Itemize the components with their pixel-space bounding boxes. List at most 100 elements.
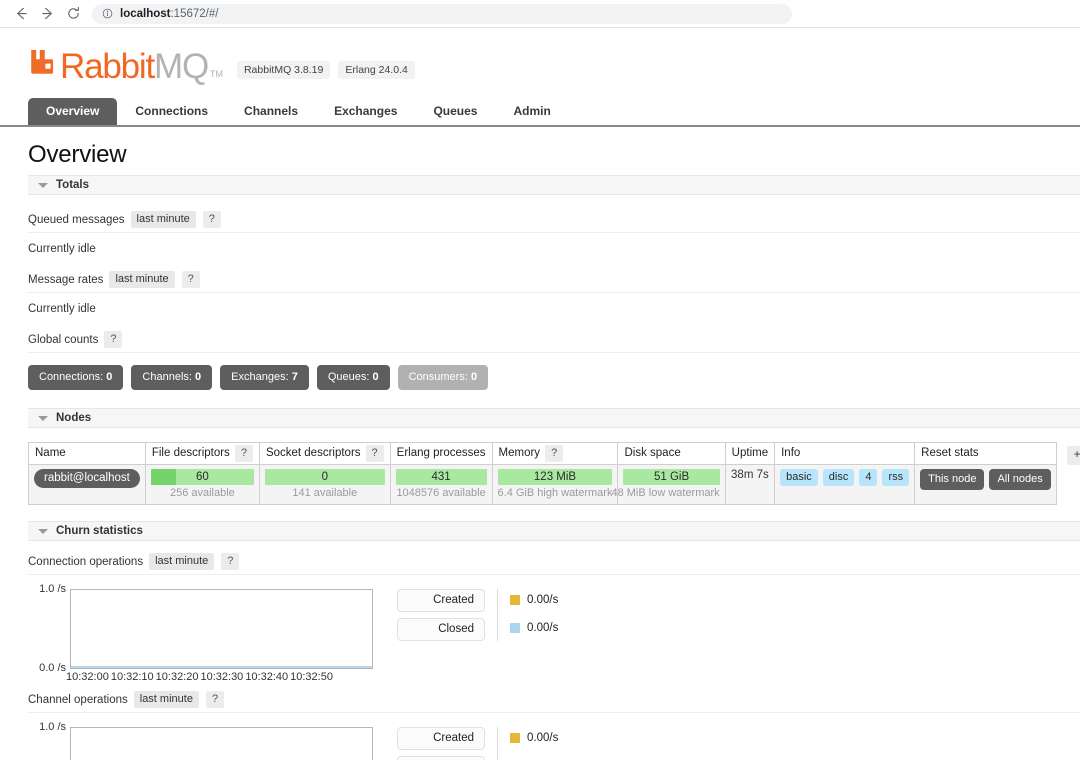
message-rates-period[interactable]: last minute — [109, 271, 175, 288]
global-counts-label: Global counts — [28, 333, 99, 346]
section-header-totals[interactable]: Totals — [28, 175, 1080, 195]
section-header-churn[interactable]: Churn statistics — [28, 521, 1080, 541]
col-disk-space[interactable]: Disk space — [617, 442, 726, 465]
logo-trademark: TM — [209, 69, 223, 79]
col-socket-descriptors[interactable]: Socket descriptors? — [258, 442, 391, 465]
cell-memory: 123 MiB 6.4 GiB high watermark — [491, 464, 619, 505]
collapse-caret-icon[interactable] — [38, 528, 48, 534]
file-descriptors-help-icon[interactable]: ? — [234, 445, 253, 462]
connection-chart-xticks: 10:32:00 10:32:10 10:32:20 10:32:30 10:3… — [66, 671, 335, 683]
connection-chart-legend: Created Closed 0.00/s 0.00/s — [397, 589, 558, 641]
server-version-badge: RabbitMQ 3.8.19 — [236, 61, 331, 79]
legend-swatch-closed — [510, 623, 520, 633]
tab-exchanges[interactable]: Exchanges — [316, 98, 415, 125]
site-info-icon[interactable] — [102, 8, 113, 19]
tab-admin[interactable]: Admin — [495, 98, 568, 125]
queued-messages-period[interactable]: last minute — [130, 211, 196, 228]
legend-button-closed[interactable]: Closed — [397, 618, 485, 641]
socket-descriptors-help-icon[interactable]: ? — [365, 445, 384, 462]
info-badge-disc[interactable]: disc — [822, 469, 855, 486]
col-memory[interactable]: Memory? — [491, 442, 619, 465]
channel-operations-period[interactable]: last minute — [133, 691, 199, 708]
channel-operations-help-icon[interactable]: ? — [205, 691, 225, 708]
version-badges: RabbitMQ 3.8.19 Erlang 24.0.4 — [236, 61, 415, 79]
channel-operations-row: Channel operations last minute ? — [28, 691, 1080, 713]
col-info[interactable]: Info — [774, 442, 916, 465]
tab-overview[interactable]: Overview — [28, 98, 118, 125]
memory-sub: 6.4 GiB high watermark — [497, 487, 613, 499]
info-badge-basic[interactable]: basic — [780, 469, 818, 486]
connection-operations-period[interactable]: last minute — [149, 553, 215, 570]
brand-header: RabbitMQ TM RabbitMQ 3.8.19 Erlang 24.0.… — [0, 28, 1080, 84]
count-queues[interactable]: Queues: 0 — [316, 365, 390, 390]
message-rates-help-icon[interactable]: ? — [181, 271, 200, 288]
info-badge-cores[interactable]: 4 — [859, 469, 878, 486]
page-title: Overview — [28, 141, 127, 168]
count-exchanges-value: 7 — [291, 371, 298, 383]
file-descriptors-bar: 60 — [150, 469, 254, 485]
tab-connections[interactable]: Connections — [117, 98, 226, 125]
cell-socket-descriptors: 0 141 available — [258, 464, 391, 505]
legend-value-closed: 0.00/s — [510, 755, 558, 760]
nodes-table-header-row: Name File descriptors? Socket descriptor… — [28, 442, 1057, 465]
connection-chart-plot-area — [70, 589, 373, 669]
section-label-nodes: Nodes — [56, 412, 92, 424]
xtick: 10:32:30 — [200, 671, 244, 683]
legend-button-created[interactable]: Created — [397, 589, 485, 612]
cell-info: basic disc 4 rss — [774, 464, 916, 505]
disk-space-sub: 48 MiB low watermark — [611, 487, 720, 499]
reset-this-node-button[interactable]: This node — [920, 469, 985, 490]
col-name[interactable]: Name — [28, 442, 146, 465]
message-rates-row: Message rates last minute ? — [28, 266, 1080, 293]
tab-channels[interactable]: Channels — [226, 98, 316, 125]
channel-operations-chart-block: 1.0 /s 0.0 /s 10:32:00 10:32:10 10:32:20… — [28, 721, 1080, 760]
file-descriptors-value: 60 — [195, 471, 209, 483]
forward-arrow-icon[interactable] — [34, 1, 60, 27]
node-name-link[interactable]: rabbit@localhost — [34, 469, 140, 488]
count-exchanges[interactable]: Exchanges: 7 — [220, 365, 309, 390]
col-file-descriptors[interactable]: File descriptors? — [144, 442, 260, 465]
collapse-caret-icon[interactable] — [38, 182, 48, 188]
legend-swatch-created — [510, 733, 520, 743]
queued-messages-help-icon[interactable]: ? — [202, 211, 221, 228]
cell-node-name: rabbit@localhost — [28, 464, 146, 505]
memory-value: 123 MiB — [533, 471, 577, 483]
rabbitmq-management-page: RabbitMQ TM RabbitMQ 3.8.19 Erlang 24.0.… — [0, 28, 1080, 760]
legend-value-created: 0.00/s — [510, 589, 558, 611]
memory-help-icon[interactable]: ? — [545, 445, 564, 462]
col-uptime[interactable]: Uptime — [724, 442, 776, 465]
info-badge-rss[interactable]: rss — [882, 469, 910, 486]
message-rates-status: Currently idle — [28, 303, 96, 315]
tab-queues[interactable]: Queues — [415, 98, 495, 125]
logo-text-rabbit: Rabbit — [60, 47, 155, 86]
connection-chart-ytick-top: 1.0 /s — [39, 583, 66, 595]
connection-operations-help-icon[interactable]: ? — [221, 553, 240, 570]
legend-button-created[interactable]: Created — [397, 727, 485, 750]
toggle-columns-button[interactable]: +/- — [1066, 446, 1080, 465]
browser-toolbar: localhost:15672/#/ — [0, 0, 1080, 28]
col-erlang-processes[interactable]: Erlang processes — [389, 442, 493, 465]
legend-button-closed[interactable]: Closed — [397, 756, 485, 760]
rabbitmq-logo-mark-icon — [28, 46, 58, 81]
url-path: :15672/#/ — [170, 7, 219, 20]
global-counts-help-icon[interactable]: ? — [104, 331, 123, 348]
section-header-nodes[interactable]: Nodes — [28, 408, 1080, 428]
count-connections[interactable]: Connections: 0 — [28, 365, 124, 390]
back-arrow-icon[interactable] — [8, 1, 34, 27]
reload-icon[interactable] — [60, 1, 86, 27]
count-consumers: Consumers: 0 — [397, 365, 489, 390]
reset-all-nodes-button[interactable]: All nodes — [989, 469, 1051, 490]
reset-stats-buttons: This node All nodes — [920, 469, 1051, 490]
erlang-processes-value: 431 — [431, 471, 451, 483]
address-bar[interactable]: localhost:15672/#/ — [92, 3, 792, 24]
count-consumers-label: Consumers: — [408, 371, 468, 383]
count-channels[interactable]: Channels: 0 — [131, 365, 213, 390]
collapse-caret-icon[interactable] — [38, 415, 48, 421]
channel-operations-chart: 1.0 /s 0.0 /s 10:32:00 10:32:10 10:32:20… — [28, 721, 373, 760]
logo-text-mq: MQ — [153, 47, 209, 86]
col-reset-stats[interactable]: Reset stats — [914, 442, 1057, 465]
rabbitmq-logo[interactable]: RabbitMQ TM — [28, 46, 223, 84]
channel-chart-legend: Created Closed 0.00/s 0.00/s — [397, 727, 558, 760]
queued-messages-label: Queued messages — [28, 213, 125, 226]
erlang-processes-sub: 1048576 available — [396, 487, 486, 499]
